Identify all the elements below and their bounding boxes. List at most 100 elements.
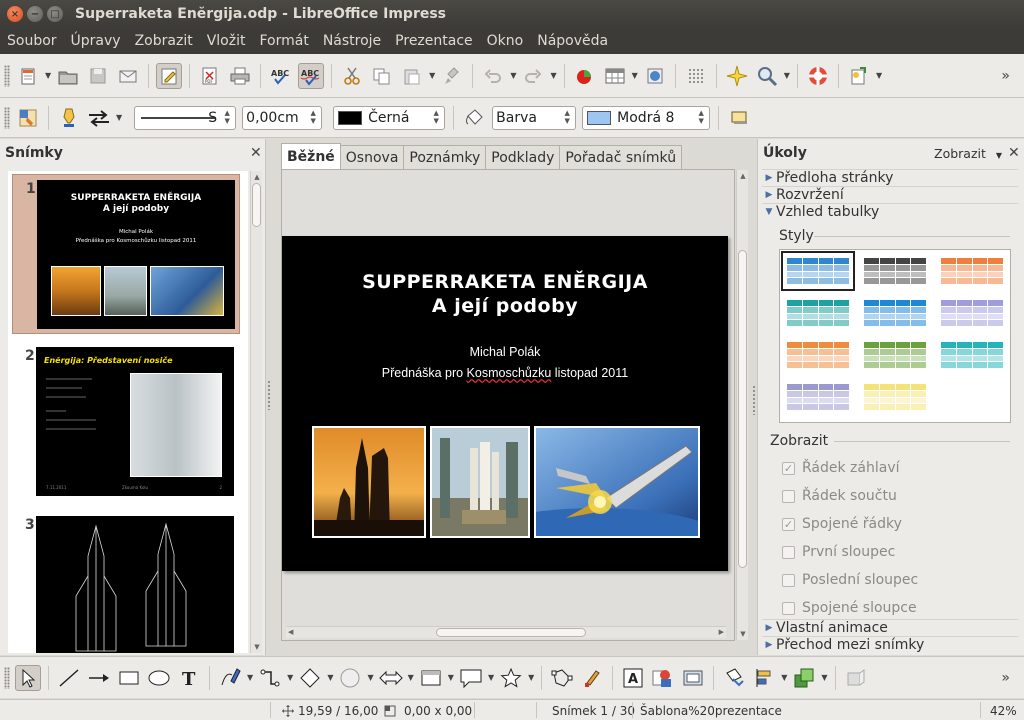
extension-dropdown-icon[interactable]: ▼ — [876, 71, 882, 80]
section-slide-transition[interactable]: ▶ Přechod mezi snímky — [762, 636, 1018, 653]
tasks-panel-close-icon[interactable]: ✕ — [1008, 145, 1020, 161]
from-file-button[interactable] — [650, 665, 676, 691]
slides-scroll-thumb[interactable] — [252, 183, 261, 227]
table-style-9[interactable] — [935, 335, 1009, 375]
navigator-button[interactable] — [724, 63, 750, 89]
open-button[interactable] — [55, 63, 81, 89]
paste-button[interactable] — [399, 63, 425, 89]
table-style-8[interactable] — [858, 335, 932, 375]
curve-dropdown-icon[interactable]: ▼ — [247, 673, 253, 682]
help-button[interactable] — [805, 63, 831, 89]
line-style-spin-icon[interactable]: ▲ ▼ — [221, 109, 233, 127]
menu-upravy[interactable]: Úpravy — [64, 33, 128, 49]
points-button[interactable] — [549, 665, 575, 691]
line-button[interactable] — [56, 105, 82, 131]
close-window-button[interactable]: × — [7, 6, 23, 22]
arrange-button[interactable] — [791, 665, 817, 691]
slides-panel-close-icon[interactable]: ✕ — [250, 145, 262, 161]
rotate-button[interactable] — [721, 665, 747, 691]
zoom-dropdown-icon[interactable]: ▼ — [784, 71, 790, 80]
current-slide[interactable]: SUPPERRAKETA ENĚRGIJA A její podoby Mich… — [282, 236, 728, 571]
gallery-button[interactable] — [680, 665, 706, 691]
slide-subtitle-box[interactable]: Michal Polák Přednáška pro Kosmoschůzku … — [282, 342, 728, 384]
table-style-1[interactable] — [781, 251, 855, 291]
photo-rocket-painting[interactable] — [534, 426, 700, 538]
arrow-style-button[interactable] — [86, 105, 112, 131]
clone-format-button[interactable] — [439, 63, 465, 89]
status-zoom[interactable]: 42% — [990, 704, 1017, 718]
checkbox-total-row[interactable]: Řádek součtu — [782, 488, 897, 504]
table-style-5[interactable] — [858, 293, 932, 333]
checkbox-banded-rows[interactable]: ✓ Spojené řádky — [782, 516, 902, 532]
table-style-4[interactable] — [781, 293, 855, 333]
save-button[interactable] — [85, 63, 111, 89]
arrow-line-tool-button[interactable] — [86, 665, 112, 691]
select-tool-button[interactable] — [15, 664, 41, 691]
symbol-shapes-dropdown-icon[interactable]: ▼ — [367, 673, 373, 682]
ellipse-tool-button[interactable] — [146, 665, 172, 691]
basic-shapes-button[interactable] — [297, 665, 323, 691]
callouts-dropdown-icon[interactable]: ▼ — [488, 673, 494, 682]
table-style-2[interactable] — [858, 251, 932, 291]
checkbox-header-row[interactable]: ✓ Řádek záhlaví — [782, 460, 900, 476]
checkbox-banded-columns[interactable]: Spojené sloupce — [782, 600, 917, 616]
section-custom-animation[interactable]: ▶ Vlastní animace — [762, 619, 1018, 636]
align-button[interactable] — [751, 665, 777, 691]
curve-tool-button[interactable] — [217, 665, 243, 691]
menu-napoveda[interactable]: Nápověda — [530, 33, 615, 49]
slide-thumbnail-2[interactable]: 2 Enĕrgija: Představení nosiče 7.11.2011… — [12, 342, 240, 502]
rectangle-tool-button[interactable] — [116, 665, 142, 691]
new-dropdown-icon[interactable]: ▼ — [45, 71, 51, 80]
autospellcheck-button[interactable]: ABC — [298, 62, 325, 89]
image-button[interactable] — [642, 63, 668, 89]
tab-outline[interactable]: Osnova — [339, 145, 405, 169]
scroll-up-icon[interactable]: ▲ — [251, 173, 263, 181]
checkbox-first-column[interactable]: První sloupec — [782, 544, 895, 560]
area-style-select[interactable]: Barva ▲ ▼ — [492, 105, 577, 130]
table-style-10[interactable] — [781, 377, 855, 417]
scroll-right-icon[interactable]: ▶ — [719, 628, 724, 636]
tasks-view-menu[interactable]: Zobrazit ▼ — [934, 146, 1002, 161]
spellcheck-button[interactable]: ABC — [268, 63, 294, 89]
tab-slide-sorter[interactable]: Pořadač snímků — [559, 145, 683, 169]
chart-button[interactable] — [572, 63, 598, 89]
scroll-left-icon[interactable]: ◀ — [288, 628, 293, 636]
print-button[interactable] — [227, 63, 253, 89]
area-style-spin-icon[interactable]: ▲ ▼ — [561, 109, 573, 127]
section-layouts[interactable]: ▶ Rozvržení — [762, 186, 1018, 203]
scroll-down-icon[interactable]: ▼ — [737, 630, 749, 638]
block-arrows-dropdown-icon[interactable]: ▼ — [408, 673, 414, 682]
area-button[interactable] — [461, 105, 487, 131]
menu-vlozit[interactable]: Vložit — [200, 33, 253, 49]
line-tool-button[interactable] — [56, 665, 82, 691]
photo-launchpad-sunset[interactable] — [312, 426, 426, 538]
edit-mode-button[interactable] — [156, 62, 183, 89]
section-master-pages[interactable]: ▶ Předloha stránky — [762, 169, 1018, 186]
menu-okno[interactable]: Okno — [480, 33, 531, 49]
arrow-style-dropdown-icon[interactable]: ▼ — [116, 113, 122, 122]
workspace-hscroll-thumb[interactable] — [436, 628, 586, 637]
align-dropdown-icon[interactable]: ▼ — [781, 673, 787, 682]
symbol-shapes-button[interactable] — [337, 665, 363, 691]
stars-button[interactable] — [498, 665, 524, 691]
tab-handout[interactable]: Podklady — [485, 145, 561, 169]
shadow-button[interactable] — [726, 105, 752, 131]
table-dropdown-icon[interactable]: ▼ — [632, 71, 638, 80]
extension-button[interactable] — [846, 63, 872, 89]
table-style-6[interactable] — [935, 293, 1009, 333]
tab-normal[interactable]: Běžné — [281, 143, 341, 169]
text-tool-button[interactable]: T — [176, 665, 202, 691]
glue-points-button[interactable] — [579, 665, 605, 691]
paste-dropdown-icon[interactable]: ▼ — [429, 71, 435, 80]
toolbar-grip[interactable] — [4, 106, 10, 129]
connector-dropdown-icon[interactable]: ▼ — [287, 673, 293, 682]
undo-dropdown-icon[interactable]: ▼ — [510, 71, 516, 80]
toolbar-grip[interactable] — [4, 64, 10, 87]
slide-thumbnail-3[interactable]: 3 — [12, 511, 240, 653]
table-style-3[interactable] — [935, 251, 1009, 291]
scroll-down-icon[interactable]: ▼ — [251, 643, 263, 651]
line-color-spin-icon[interactable]: ▲ ▼ — [430, 109, 442, 127]
left-splitter-grip[interactable] — [267, 380, 272, 410]
minimize-window-button[interactable]: − — [27, 6, 43, 22]
extrusion-button[interactable] — [843, 665, 869, 691]
